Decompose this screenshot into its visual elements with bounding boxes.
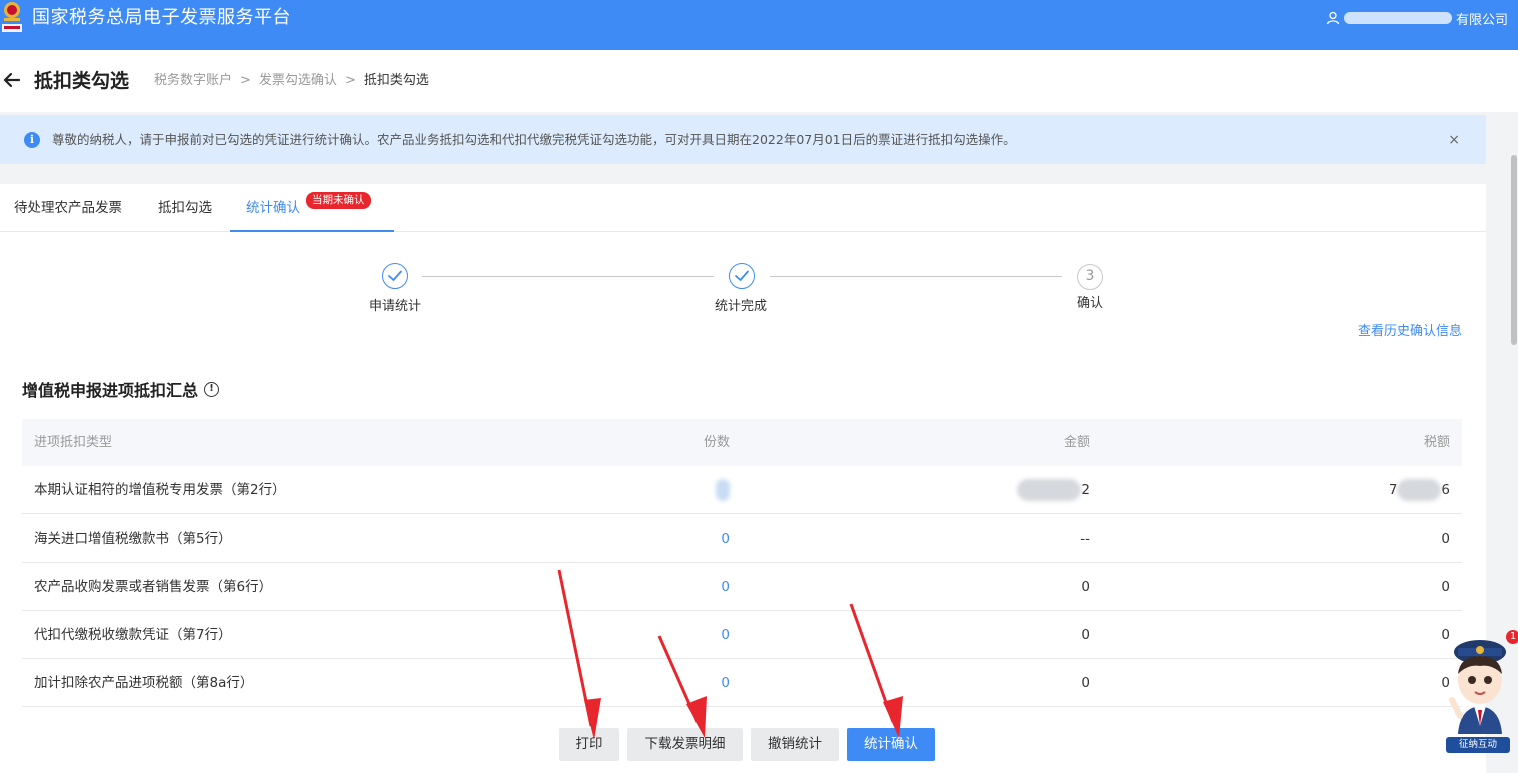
download-invoice-details-button[interactable]: 下载发票明细 [627, 728, 743, 761]
column-header-type: 进项抵扣类型 [34, 435, 113, 450]
row-count-link[interactable]: 0 [721, 563, 730, 611]
view-history-link[interactable]: 查看历史确认信息 [1358, 320, 1462, 339]
row-type: 代扣代缴税收缴款凭证（第7行） [34, 627, 232, 643]
tax-emblem-logo [2, 2, 22, 32]
tax-assistant-avatar-icon[interactable] [1446, 630, 1516, 754]
breadcrumb-item-current: 抵扣类勾选 [363, 73, 429, 88]
page-title: 抵扣类勾选 [34, 70, 130, 92]
breadcrumb-item-digital-account[interactable]: 税务数字账户 [154, 73, 232, 89]
row-amount: 0 [1081, 675, 1090, 691]
tab-statistics-confirm[interactable]: 统计确认 [246, 184, 300, 232]
row-tax: 0 [1441, 531, 1450, 547]
revoke-statistics-button[interactable]: 撤销统计 [751, 728, 839, 761]
info-outline-icon[interactable]: ! [204, 382, 219, 397]
tab-pending-agricultural-invoices[interactable]: 待处理农产品发票 [14, 184, 122, 232]
user-icon [1326, 11, 1340, 25]
row-tax-redacted: 76 [1389, 466, 1450, 514]
notice-text: 尊敬的纳税人，请于申报前对已勾选的凭证进行统计确认。农产品业务抵扣勾选和代扣代缴… [52, 132, 1016, 147]
breadcrumb: 税务数字账户 > 发票勾选确认 > 抵扣类勾选 [154, 73, 429, 89]
row-type: 农产品收购发票或者销售发票（第6行） [34, 579, 273, 595]
back-arrow-icon[interactable] [2, 70, 22, 90]
row-count-link[interactable]: 0 [721, 659, 730, 707]
row-tax: 0 [1441, 579, 1450, 595]
summary-title: 增值税申报进项抵扣汇总 [22, 381, 199, 400]
confirm-statistics-button[interactable]: 统计确认 [847, 728, 935, 761]
page-header: 抵扣类勾选 税务数字账户 > 发票勾选确认 > 抵扣类勾选 [0, 50, 1518, 112]
table-header: 进项抵扣类型 份数 金额 税额 [22, 419, 1462, 466]
row-type: 海关进口增值税缴款书（第5行） [34, 531, 232, 547]
column-header-tax: 税额 [1423, 435, 1450, 450]
print-button[interactable]: 打印 [559, 728, 619, 761]
app-title: 国家税务总局电子发票服务平台 [32, 7, 291, 28]
row-amount-redacted: 2 [1017, 466, 1090, 514]
user-company-suffix: 有限公司 [1455, 12, 1508, 28]
column-header-count: 份数 [703, 435, 730, 450]
main-content: i 尊敬的纳税人，请于申报前对已勾选的凭证进行统计确认。农产品业务抵扣勾选和代扣… [0, 112, 1486, 773]
page-scrollbar-thumb[interactable] [1511, 155, 1517, 345]
notice-banner: i 尊敬的纳税人，请于申报前对已勾选的凭证进行统计确认。农产品业务抵扣勾选和代扣… [0, 115, 1486, 164]
row-amount: 0 [1081, 579, 1090, 595]
step-connector [770, 276, 1062, 277]
row-count-link[interactable]: 0 [721, 515, 730, 563]
tab-bar: 待处理农产品发票 抵扣勾选 统计确认 当期未确认 [0, 184, 1486, 232]
step-1-check-icon [382, 263, 408, 289]
status-badge: 当期未确认 [306, 192, 371, 209]
breadcrumb-separator: > [344, 73, 356, 88]
breadcrumb-item-invoice-check[interactable]: 发票勾选确认 [259, 73, 337, 89]
table-row: 代扣代缴税收缴款凭证（第7行） 0 0 0 [22, 611, 1462, 659]
row-count-link[interactable]: 0 [721, 611, 730, 659]
step-2-label: 统计完成 [715, 299, 768, 314]
step-1-label: 申请统计 [369, 299, 422, 314]
row-amount: -- [1080, 531, 1090, 547]
notification-badge: 1 [1506, 630, 1518, 644]
close-icon[interactable]: × [1448, 131, 1460, 149]
info-icon: i [24, 132, 40, 148]
step-2-check-icon [729, 263, 755, 289]
statistics-panel: 待处理农产品发票 抵扣勾选 统计确认 当期未确认 申请统计 统计完成 3 确认 … [0, 184, 1486, 773]
user-menu[interactable]: 有限公司 [1326, 9, 1508, 28]
active-tab-indicator [230, 230, 394, 232]
column-header-amount: 金额 [1063, 435, 1090, 450]
table-row: 农产品收购发票或者销售发票（第6行） 0 0 0 [22, 563, 1462, 611]
row-type: 本期认证相符的增值税专用发票（第2行） [34, 482, 286, 498]
table-row: 本期认证相符的增值税专用发票（第2行） 2 76 [22, 466, 1462, 514]
assistant-label[interactable]: 征纳互动 [1446, 737, 1510, 753]
tab-deduction-check[interactable]: 抵扣勾选 [158, 184, 212, 232]
breadcrumb-separator: > [240, 73, 251, 88]
step-3-number: 3 [1077, 264, 1103, 290]
row-amount: 0 [1081, 627, 1090, 643]
row-type: 加计扣除农产品进项税额（第8a行） [34, 675, 254, 691]
row-count-redacted[interactable] [716, 466, 730, 514]
step-3-label: 确认 [1077, 296, 1104, 311]
table-row: 加计扣除农产品进项税额（第8a行） 0 0 0 [22, 659, 1462, 707]
step-connector [422, 276, 714, 277]
user-name-redacted [1343, 12, 1452, 24]
table-row: 海关进口增值税缴款书（第5行） 0 -- 0 [22, 515, 1462, 563]
top-bar: 国家税务总局电子发票服务平台 有限公司 [0, 0, 1518, 50]
